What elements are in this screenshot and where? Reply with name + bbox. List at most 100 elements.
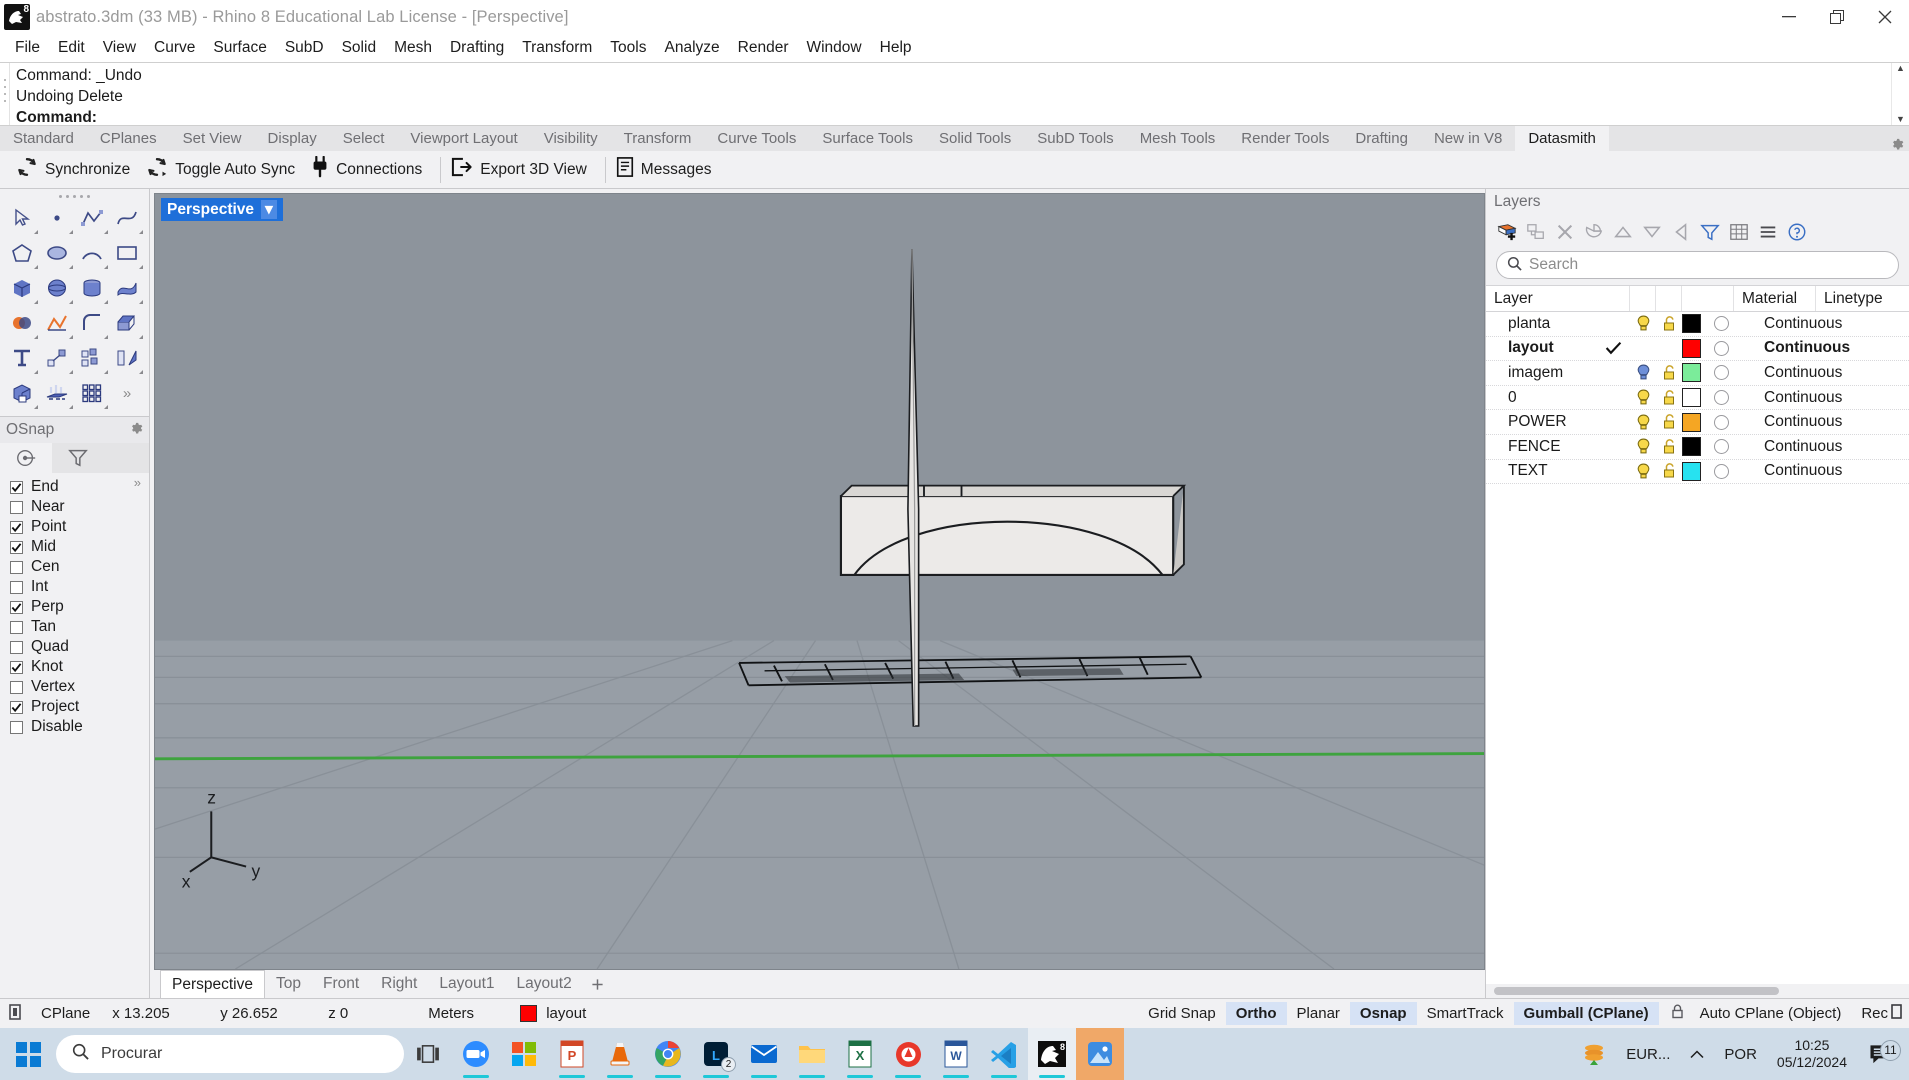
layer-color-swatch[interactable] <box>1682 338 1714 358</box>
curve-icon[interactable] <box>110 201 144 235</box>
linetype-value[interactable]: Continuous <box>1758 339 1909 357</box>
new-layer-icon[interactable] <box>1494 219 1520 245</box>
material-cell[interactable] <box>1714 463 1758 479</box>
toggle-smarttrack[interactable]: SmartTrack <box>1417 1002 1514 1025</box>
tab-new-in-v8[interactable]: New in V8 <box>1421 126 1515 151</box>
file-explorer-icon[interactable] <box>788 1028 836 1080</box>
viewport-tab-front[interactable]: Front <box>312 970 370 998</box>
toggle-planar[interactable]: Planar <box>1287 1002 1350 1025</box>
layer-color-swatch[interactable] <box>1682 388 1714 408</box>
checkbox-perp[interactable] <box>10 600 23 614</box>
scale-icon[interactable] <box>40 341 74 375</box>
lights-icon[interactable] <box>40 376 74 410</box>
viewport-canvas[interactable]: z x y <box>155 194 1484 969</box>
osnap-option-knot[interactable]: Knot <box>10 657 149 677</box>
color-swatch[interactable] <box>1682 338 1701 358</box>
task-view-icon[interactable] <box>404 1028 452 1080</box>
record-history-icon[interactable] <box>1890 1004 1909 1023</box>
osnap-option-vertex[interactable]: Vertex <box>10 677 149 697</box>
move-down-icon[interactable] <box>1639 219 1665 245</box>
visibility-bulb-icon[interactable] <box>1630 463 1656 480</box>
tab-cplanes[interactable]: CPlanes <box>87 126 170 151</box>
layer-name[interactable]: 0 <box>1486 389 1596 407</box>
lock-icon[interactable] <box>1656 365 1682 381</box>
table-row[interactable]: FENCE Continuous <box>1486 435 1909 460</box>
zoom-icon[interactable] <box>452 1028 500 1080</box>
checkbox-near[interactable] <box>10 500 23 514</box>
checkbox-project[interactable] <box>10 700 23 714</box>
osnap-option-end[interactable]: End <box>10 477 149 497</box>
viewport-tab-layout1[interactable]: Layout1 <box>428 970 505 998</box>
analyze-icon[interactable] <box>40 306 74 340</box>
material-cell[interactable] <box>1714 390 1758 406</box>
material-circle-icon[interactable] <box>1714 365 1729 381</box>
material-circle-icon[interactable] <box>1714 316 1729 332</box>
tab-subd-tools[interactable]: SubD Tools <box>1024 126 1126 151</box>
scroll-up-icon[interactable]: ▲ <box>1896 64 1905 73</box>
vscode-icon[interactable] <box>980 1028 1028 1080</box>
menu-item-help[interactable]: Help <box>871 36 921 60</box>
grid-icon[interactable] <box>1726 219 1752 245</box>
tab-transform[interactable]: Transform <box>611 126 705 151</box>
osnap-option-mid[interactable]: Mid <box>10 537 149 557</box>
linetype-value[interactable]: Continuous <box>1758 364 1909 382</box>
viewport-title[interactable]: Perspective ▾ <box>161 198 283 221</box>
ellipse-icon[interactable] <box>40 236 74 270</box>
visibility-bulb-icon[interactable] <box>1630 389 1656 406</box>
lock-icon[interactable] <box>1656 389 1682 406</box>
color-swatch[interactable] <box>1682 461 1701 481</box>
surface-icon[interactable] <box>110 271 144 305</box>
layer-name[interactable]: POWER <box>1486 413 1596 431</box>
layer-color-swatch[interactable] <box>1682 412 1714 432</box>
toggle-osnap[interactable]: Osnap <box>1349 1002 1417 1025</box>
linetype-value[interactable]: Continuous <box>1758 462 1909 480</box>
material-cell[interactable] <box>1714 340 1758 356</box>
taskbar-search[interactable]: Procurar <box>56 1035 404 1073</box>
cylinder-icon[interactable] <box>75 271 109 305</box>
back-icon[interactable] <box>1668 219 1694 245</box>
clock[interactable]: 10:25 05/12/2024 <box>1767 1037 1857 1071</box>
toggle-ortho[interactable]: Ortho <box>1225 1002 1287 1025</box>
column-header-layer[interactable]: Layer <box>1486 286 1630 311</box>
menu-item-edit[interactable]: Edit <box>49 36 94 60</box>
tab-surface-tools[interactable]: Surface Tools <box>809 126 926 151</box>
menu-item-window[interactable]: Window <box>797 36 870 60</box>
menu-item-render[interactable]: Render <box>729 36 798 60</box>
menu-item-transform[interactable]: Transform <box>513 36 601 60</box>
close-button[interactable] <box>1861 0 1909 34</box>
menu-item-solid[interactable]: Solid <box>333 36 385 60</box>
synchronize-button[interactable]: Synchronize <box>12 154 142 186</box>
avira-icon[interactable] <box>884 1028 932 1080</box>
osnap-option-cen[interactable]: Cen <box>10 557 149 577</box>
table-row[interactable]: imagem Continuous <box>1486 361 1909 386</box>
command-history[interactable]: Command: _Undo Undoing Delete Command: <box>10 63 1891 128</box>
lock-icon[interactable] <box>1656 438 1682 455</box>
scroll-down-icon[interactable]: ▼ <box>1896 115 1905 124</box>
visibility-bulb-icon[interactable] <box>1630 315 1656 332</box>
checkbox-quad[interactable] <box>10 640 23 654</box>
material-circle-icon[interactable] <box>1714 340 1729 356</box>
table-row[interactable]: layout Continuous <box>1486 337 1909 362</box>
column-header-color[interactable] <box>1682 286 1734 311</box>
layer-name[interactable]: TEXT <box>1486 462 1596 480</box>
tab-visibility[interactable]: Visibility <box>531 126 611 151</box>
move-up-icon[interactable] <box>1610 219 1636 245</box>
box-icon[interactable] <box>5 271 39 305</box>
layer-name[interactable]: planta <box>1486 315 1596 333</box>
chevron-down-icon[interactable]: ▾ <box>261 200 277 219</box>
currency-icon[interactable] <box>1572 1028 1616 1080</box>
mail-icon[interactable] <box>740 1028 788 1080</box>
checkbox-end[interactable] <box>10 480 23 494</box>
material-cell[interactable] <box>1714 316 1758 332</box>
material-circle-icon[interactable] <box>1714 390 1729 406</box>
checkbox-knot[interactable] <box>10 660 23 674</box>
help-icon[interactable] <box>1784 219 1810 245</box>
rhino-icon[interactable]: 8 <box>1028 1028 1076 1080</box>
visibility-bulb-icon[interactable] <box>1630 364 1656 381</box>
chrome-icon[interactable] <box>644 1028 692 1080</box>
material-cell[interactable] <box>1714 365 1758 381</box>
command-prompt[interactable]: Command: <box>16 107 1885 128</box>
material-circle-icon[interactable] <box>1714 439 1729 455</box>
currency-label[interactable]: EUR... <box>1616 1046 1680 1063</box>
search-input[interactable] <box>1529 256 1888 274</box>
